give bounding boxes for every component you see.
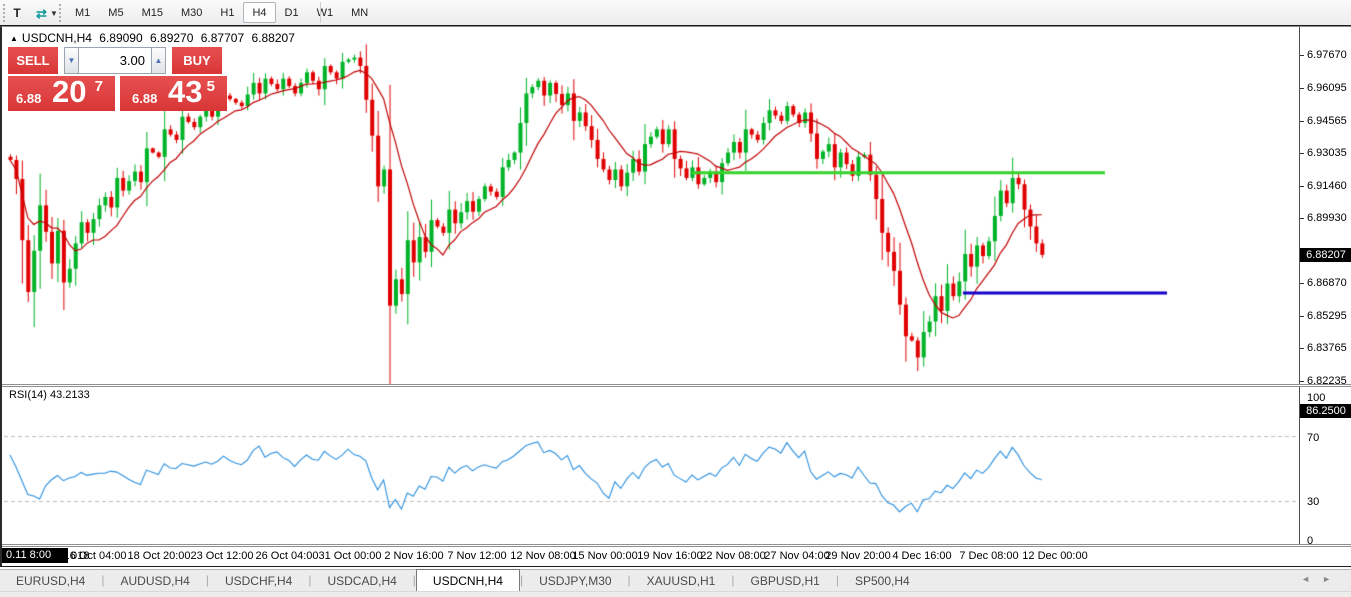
sell-button[interactable]: SELL — [8, 47, 58, 74]
timeframe-button-m1[interactable]: M1 — [66, 2, 99, 23]
buy-price-pips: 43 — [168, 74, 202, 110]
chart-tab-bar: EURUSD,H4|AUDUSD,H4|USDCHF,H4|USDCAD,H4|… — [0, 569, 1351, 591]
price-tick — [1300, 316, 1304, 317]
time-axis-label: 29 Nov 20:00 — [825, 550, 890, 562]
time-axis-label: 7 Dec 08:00 — [959, 550, 1018, 562]
time-axis-label: 7 Nov 12:00 — [447, 550, 506, 562]
price-axis-label: 6.94565 — [1307, 115, 1347, 127]
timeframe-button-h1[interactable]: H1 — [211, 2, 243, 23]
price-tick — [1300, 218, 1304, 219]
tab-scroll-arrows[interactable]: ◄► — [1301, 574, 1343, 585]
volume-input[interactable]: 3.00 — [79, 47, 151, 74]
tab-scroll-left-icon[interactable]: ◄ — [1301, 574, 1322, 584]
sell-price-display[interactable]: 6.88 20 7 — [8, 76, 115, 111]
timeframe-button-m15[interactable]: M15 — [133, 2, 172, 23]
time-axis-label: 12 Dec 00:00 — [1022, 550, 1087, 562]
time-axis-label: 16 Oct 04:00 — [64, 550, 127, 562]
rsi-indicator-label: RSI(14) 43.2133 — [9, 389, 90, 401]
time-axis-label: 18 Oct 20:00 — [128, 550, 191, 562]
price-tick — [1300, 153, 1304, 154]
pane-separator[interactable] — [2, 384, 1351, 387]
time-axis-label: 26 Oct 04:00 — [256, 550, 319, 562]
price-tick — [1300, 283, 1304, 284]
time-axis-label: 22 Nov 08:00 — [700, 550, 765, 562]
rsi-value-tag: 86.2500 — [1300, 404, 1351, 418]
price-tick — [1300, 348, 1304, 349]
current-price-tag: 6.88207 — [1300, 248, 1351, 262]
price-axis-label: 6.89930 — [1307, 212, 1347, 224]
price-axis-label: 6.96095 — [1307, 82, 1347, 94]
timeframe-button-h4[interactable]: H4 — [243, 2, 275, 23]
price-scale: 6.97670 6.96095 6.94565 6.93035 6.91460 6.899… — [1299, 27, 1351, 547]
price-tick — [1300, 186, 1304, 187]
buy-price-display[interactable]: 6.88 43 5 — [120, 76, 227, 111]
time-cursor-tag: 0.11 8:00 — [2, 548, 68, 563]
chart-tab-eurusd[interactable]: EURUSD,H4 — [0, 571, 101, 591]
time-axis-label: 4 Dec 16:00 — [892, 550, 951, 562]
timeframe-buttons: M1M5M15M30H1H4D1W1MN — [66, 2, 377, 23]
rsi-indicator-chart[interactable] — [3, 386, 1297, 547]
ohlc-close: 6.88207 — [251, 31, 294, 45]
rsi-axis-label: 70 — [1307, 432, 1319, 444]
price-axis-label: 6.97670 — [1307, 49, 1347, 61]
arrows-icon: ⇄ — [36, 6, 47, 21]
time-axis-label: 23 Oct 12:00 — [191, 550, 254, 562]
timeframe-button-d1[interactable]: D1 — [276, 2, 308, 23]
chart-tab-sp500[interactable]: SP500,H4 — [839, 571, 926, 591]
time-axis-label: 12 Nov 08:00 — [510, 550, 575, 562]
toolbar-grip[interactable] — [3, 4, 6, 22]
price-tick — [1300, 88, 1304, 89]
top-toolbar: T ⇄ ▼ M1M5M15M30H1H4D1W1MN — [0, 0, 1351, 26]
chart-tab-usdjpy[interactable]: USDJPY,M30 — [523, 571, 627, 591]
rsi-axis-label: 30 — [1307, 496, 1319, 508]
volume-decrease-button[interactable]: ▼ — [64, 47, 79, 74]
ohlc-open: 6.89090 — [99, 31, 142, 45]
symbol-period: USDCNH,H4 — [22, 31, 92, 45]
bottom-strip — [0, 591, 1351, 597]
ohlc-low: 6.87707 — [201, 31, 244, 45]
sell-price-base: 6.88 — [16, 91, 41, 106]
buy-price-base: 6.88 — [132, 91, 157, 106]
buy-button[interactable]: BUY — [172, 47, 222, 74]
chart-tab-usdcad[interactable]: USDCAD,H4 — [311, 571, 412, 591]
time-axis-label: 19 Nov 16:00 — [637, 550, 702, 562]
price-tick — [1300, 381, 1304, 382]
timeframe-button-m5[interactable]: M5 — [99, 2, 132, 23]
one-click-trading-panel: SELL ▼ 3.00 ▲ BUY 6.88 20 7 6.88 43 5 — [8, 47, 227, 111]
time-axis-label: 15 Nov 00:00 — [572, 550, 637, 562]
text-tool-button[interactable]: T — [8, 2, 26, 23]
sell-price-pips: 20 — [52, 74, 86, 110]
toolbar-grip[interactable] — [59, 4, 62, 22]
volume-increase-button[interactable]: ▲ — [151, 47, 166, 74]
time-axis: 0.11 8:00 018 16 Oct 04:0018 Oct 20:0023… — [2, 547, 1351, 566]
dropdown-caret-icon: ▼ — [50, 9, 58, 18]
chart-tab-usdcnh[interactable]: USDCNH,H4 — [416, 569, 520, 591]
timeframe-button-w1[interactable]: W1 — [308, 2, 343, 23]
time-axis-label: 2 Nov 16:00 — [384, 550, 443, 562]
price-axis-label: 6.85295 — [1307, 310, 1347, 322]
price-axis-label: 6.86870 — [1307, 277, 1347, 289]
chart-tab-xauusd[interactable]: XAUUSD,H1 — [631, 571, 732, 591]
price-tick — [1300, 55, 1304, 56]
price-axis-label: 6.83765 — [1307, 342, 1347, 354]
timeframe-button-m30[interactable]: M30 — [172, 2, 211, 23]
chart-title: ▲ USDCNH,H4 6.89090 6.89270 6.87707 6.882… — [10, 31, 299, 45]
tab-scroll-right-icon[interactable]: ► — [1322, 574, 1343, 584]
toolbar-separator — [320, 2, 321, 23]
price-tick — [1300, 121, 1304, 122]
sell-price-point: 7 — [95, 78, 103, 95]
chart-window: ▲USDCNH,H4 6.89090 6.89270 6.87707 6.882… — [0, 26, 1351, 567]
price-axis-label: 6.91460 — [1307, 180, 1347, 192]
ohlc-high: 6.89270 — [150, 31, 193, 45]
chart-tab-gbpusd[interactable]: GBPUSD,H1 — [734, 571, 835, 591]
chart-tab-audusd[interactable]: AUDUSD,H4 — [104, 571, 205, 591]
time-axis-label: 27 Nov 04:00 — [764, 550, 829, 562]
collapse-arrow-icon[interactable]: ▲ — [10, 34, 18, 43]
rsi-axis-label: 100 — [1307, 392, 1325, 404]
timeframe-button-mn[interactable]: MN — [342, 2, 377, 23]
buy-price-point: 5 — [207, 78, 215, 95]
time-axis-label: 31 Oct 00:00 — [319, 550, 382, 562]
chart-tab-usdchf[interactable]: USDCHF,H4 — [209, 571, 308, 591]
price-axis-label: 6.93035 — [1307, 147, 1347, 159]
